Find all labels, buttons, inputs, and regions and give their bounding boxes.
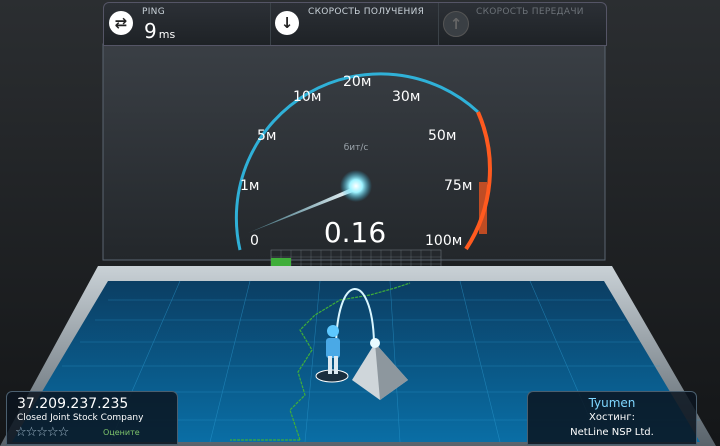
speedtest-app: 0 1м 5м 10м 20м 30м 50м 75м 100м бит/с 0… xyxy=(0,0,720,446)
upload-arrow-icon: ↑ xyxy=(443,11,469,37)
gauge-hub xyxy=(340,170,372,202)
speed-value: 0.16 xyxy=(324,216,386,249)
gauge-tick: 5м xyxy=(257,128,276,144)
hosting-label: Хостинг: xyxy=(589,412,635,423)
ping-value: 9 ms xyxy=(144,19,175,43)
gauge-unit: бит/с xyxy=(344,143,369,153)
tab-download[interactable]: ↓ СКОРОСТЬ ПОЛУЧЕНИЯ xyxy=(270,3,439,45)
server-host: NetLine NSP Ltd. xyxy=(570,427,654,438)
gauge-tick: 1м xyxy=(240,178,259,194)
download-label: СКОРОСТЬ ПОЛУЧЕНИЯ xyxy=(308,7,425,17)
ping-unit: ms xyxy=(158,28,176,41)
ping-icon: ⇄ xyxy=(109,11,133,35)
client-info-panel: 37.209.237.235 Closed Joint Stock Compan… xyxy=(6,391,178,445)
rate-link[interactable]: Оцените xyxy=(103,428,140,437)
server-city[interactable]: Tyumen xyxy=(528,396,696,410)
gauge-tick: 75м xyxy=(444,178,472,194)
ping-label: PING xyxy=(142,7,165,17)
tab-upload[interactable]: ↑ СКОРОСТЬ ПЕРЕДАЧИ xyxy=(438,3,606,45)
ping-number: 9 xyxy=(144,19,157,43)
gauge-tick: 20м xyxy=(343,74,371,90)
gauge-tick: 0 xyxy=(250,233,259,249)
tab-ping[interactable]: ⇄ PING 9 ms xyxy=(104,3,271,45)
gauge-tick: 10м xyxy=(293,89,321,105)
rating-stars[interactable]: ☆☆☆☆☆ xyxy=(15,425,69,440)
gauge-tick: 30м xyxy=(392,89,420,105)
download-arrow-icon: ↓ xyxy=(275,11,299,35)
speedtest-scene: 0 1м 5м 10м 20м 30м 50м 75м 100м бит/с 0… xyxy=(0,0,720,446)
gauge-tick: 50м xyxy=(428,128,456,144)
client-ip: 37.209.237.235 xyxy=(17,396,129,412)
server-info-panel: Tyumen Хостинг: NetLine NSP Ltd. xyxy=(527,391,697,445)
gauge-tick: 100м xyxy=(425,233,462,249)
header-bar: ⇄ PING 9 ms ↓ СКОРОСТЬ ПОЛУЧЕНИЯ ↑ СКОРОС… xyxy=(103,2,607,46)
client-isp: Closed Joint Stock Company xyxy=(17,413,144,423)
upload-label: СКОРОСТЬ ПЕРЕДАЧИ xyxy=(476,7,584,17)
